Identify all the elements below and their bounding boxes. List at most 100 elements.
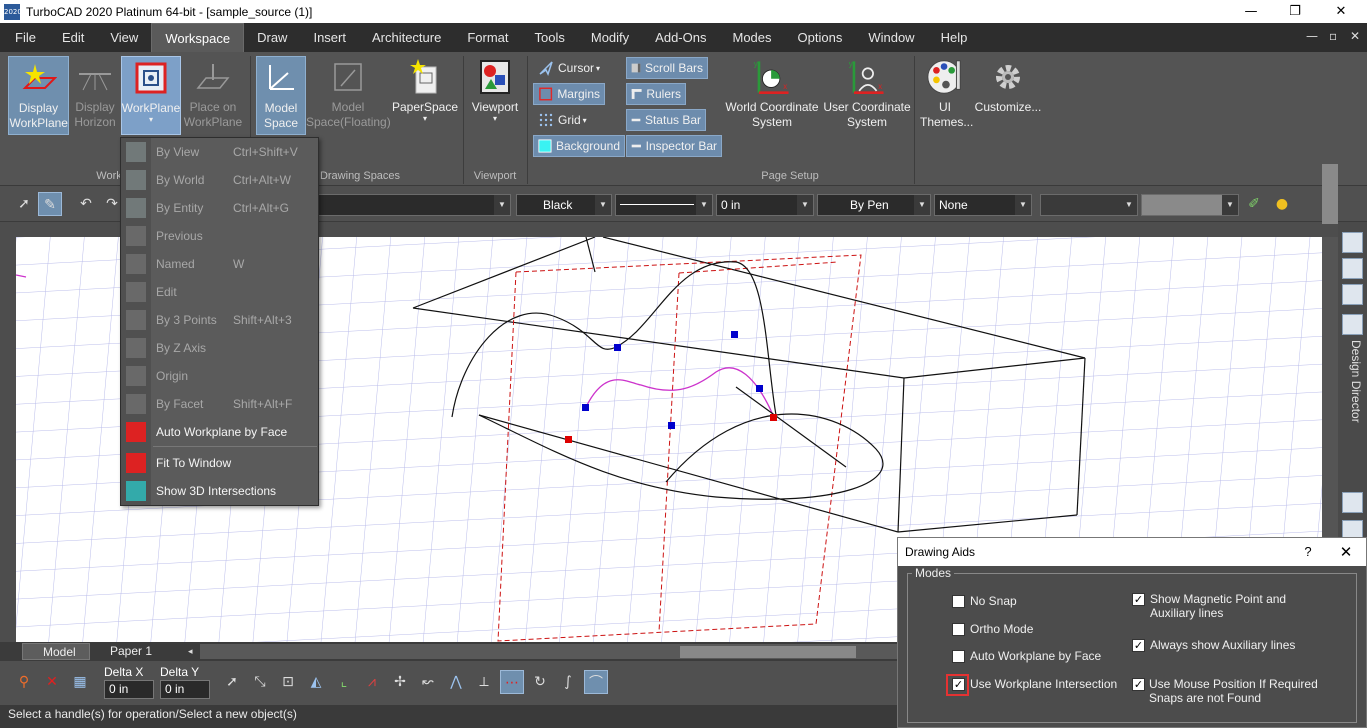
- place-on-workplane-icon: [193, 56, 233, 98]
- help-button[interactable]: ?: [1298, 538, 1318, 566]
- rotate-snap-icon[interactable]: ↻: [528, 670, 552, 694]
- color-select[interactable]: Black ▼: [516, 194, 612, 216]
- menu-draw[interactable]: Draw: [244, 23, 300, 52]
- menu-help[interactable]: Help: [928, 23, 981, 52]
- graph-snap-icon[interactable]: ⩘: [360, 670, 384, 694]
- line-style-select[interactable]: ▼: [615, 194, 713, 216]
- workplane-button[interactable]: WorkPlane ▾: [121, 56, 181, 135]
- model-space-label: Model Space: [263, 101, 299, 130]
- design-director-tool-icon[interactable]: [1342, 258, 1363, 279]
- pen-select[interactable]: By Pen ▼: [817, 194, 931, 216]
- dialog-close-button[interactable]: ✕: [1336, 538, 1356, 566]
- display-workplane-button[interactable]: Display WorkPlane: [8, 56, 69, 135]
- no-snap-checkbox[interactable]: [952, 595, 965, 608]
- tab-paper-1[interactable]: Paper 1: [90, 643, 186, 660]
- material-icon[interactable]: ●: [1270, 192, 1294, 216]
- menu-tools[interactable]: Tools: [522, 23, 578, 52]
- midpoint-snap-icon[interactable]: ⋯: [500, 670, 524, 694]
- select-box-icon[interactable]: ⊡: [276, 670, 300, 694]
- menu-modify[interactable]: Modify: [578, 23, 642, 52]
- select-handles-icon[interactable]: ⤡: [248, 670, 272, 694]
- pattern-select[interactable]: ▼: [1040, 194, 1138, 216]
- auto-workplane-by-face-checkbox[interactable]: [952, 650, 965, 663]
- by-facet-icon: [126, 394, 146, 414]
- menu-file[interactable]: File: [2, 23, 49, 52]
- design-director-tool-icon[interactable]: [1342, 232, 1363, 253]
- intersection-snap-icon[interactable]: ✢: [388, 670, 412, 694]
- paperspace-button[interactable]: PaperSpace ▾: [392, 56, 458, 135]
- menu-format[interactable]: Format: [454, 23, 521, 52]
- workplane-snap-icon[interactable]: ◭: [304, 670, 328, 694]
- menu-window[interactable]: Window: [855, 23, 927, 52]
- user-coordinate-system-button[interactable]: xy User Coordinate System: [822, 56, 912, 135]
- arc-snap-icon[interactable]: ⌒: [584, 670, 608, 694]
- normal-snap-icon[interactable]: ⟂: [472, 670, 496, 694]
- restore-button[interactable]: ❐: [1272, 0, 1318, 23]
- scroll-bars-button[interactable]: Scroll Bars: [626, 57, 708, 79]
- design-director-label[interactable]: Design Director: [1342, 340, 1363, 440]
- world-coordinate-system-button[interactable]: xy World Coordinate System: [724, 56, 820, 135]
- ortho-mode-checkbox[interactable]: [952, 623, 965, 636]
- customize-button[interactable]: Customize...: [974, 56, 1042, 135]
- delta-y-input[interactable]: 0 in: [160, 680, 210, 699]
- ui-themes-button[interactable]: UI Themes...: [918, 56, 973, 135]
- use-workplane-intersection-label: Use Workplane Intersection: [970, 677, 1118, 691]
- menu-insert[interactable]: Insert: [300, 23, 359, 52]
- close-button[interactable]: ✕: [1318, 0, 1364, 23]
- menu-options[interactable]: Options: [785, 23, 856, 52]
- menu-item-auto-workplane-by-face[interactable]: Auto Workplane by Face: [121, 418, 318, 446]
- status-bar-button[interactable]: Status Bar: [626, 109, 706, 131]
- select-arrow-icon[interactable]: ➚: [12, 192, 36, 216]
- table-icon[interactable]: ▦: [68, 670, 92, 694]
- show-magnetic-point-and-auxiliary-lines-checkbox[interactable]: ✓: [1132, 593, 1145, 606]
- layer-select[interactable]: ▼: [318, 194, 511, 216]
- use-mouse-position-if-required-snaps-are-not-found-checkbox[interactable]: ✓: [1132, 678, 1145, 691]
- menu-architecture[interactable]: Architecture: [359, 23, 454, 52]
- undo-icon[interactable]: ↶: [74, 192, 98, 216]
- spline-snap-icon[interactable]: ∫: [556, 670, 580, 694]
- select-arrow-icon[interactable]: ➚: [220, 670, 244, 694]
- inspector-bar-button[interactable]: Inspector Bar: [626, 135, 722, 157]
- eyedropper-icon[interactable]: ✐: [1242, 192, 1266, 216]
- rulers-button[interactable]: Rulers: [626, 83, 686, 105]
- menu-edit[interactable]: Edit: [49, 23, 97, 52]
- menu-workspace[interactable]: Workspace: [151, 23, 245, 52]
- menu-item-fit-to-window[interactable]: Fit To Window: [121, 449, 318, 477]
- menu-modes[interactable]: Modes: [719, 23, 784, 52]
- margins-button[interactable]: Margins: [533, 83, 605, 105]
- model-space-floating-button[interactable]: Model Space(Floating): [306, 56, 391, 135]
- delta-x-input[interactable]: 0 in: [104, 680, 154, 699]
- fill-color-select[interactable]: ▼: [1141, 194, 1239, 216]
- mdi-minimize-button[interactable]: —: [1306, 23, 1318, 50]
- vertical-scrollbar-thumb[interactable]: [1322, 164, 1338, 224]
- display-horizon-button[interactable]: Display Horizon: [72, 56, 118, 135]
- cursor-chevron-down-icon: ▾: [596, 63, 601, 73]
- vertex-snap-icon[interactable]: ⋀: [444, 670, 468, 694]
- horizontal-scrollbar-thumb[interactable]: [680, 646, 856, 658]
- edit-tool-icon[interactable]: ✎: [38, 192, 62, 216]
- menu-view[interactable]: View: [97, 23, 151, 52]
- menu-item-show-3d-intersections[interactable]: Show 3D Intersections: [121, 477, 318, 505]
- place-on-workplane-button[interactable]: Place on WorkPlane: [182, 56, 244, 135]
- cursor-button[interactable]: Cursor ▾: [534, 57, 604, 79]
- tab-model[interactable]: Model: [22, 643, 90, 660]
- design-director-tool-icon[interactable]: [1342, 284, 1363, 305]
- menu-add-ons[interactable]: Add-Ons: [642, 23, 719, 52]
- design-director-tool-icon[interactable]: [1342, 492, 1363, 513]
- mdi-restore-button[interactable]: ▫: [1329, 23, 1337, 50]
- mdi-close-button[interactable]: ✕: [1350, 23, 1360, 50]
- scroll-left-icon[interactable]: ◂: [188, 644, 200, 659]
- minimize-button[interactable]: —: [1228, 0, 1274, 23]
- design-director-tool-icon[interactable]: [1342, 314, 1363, 335]
- axis-snap-icon[interactable]: ⌞: [332, 670, 356, 694]
- model-space-button[interactable]: Model Space: [256, 56, 306, 135]
- background-button[interactable]: Background: [533, 135, 625, 157]
- fill-select[interactable]: None ▼: [934, 194, 1032, 216]
- always-show-auxiliary-lines-checkbox[interactable]: ✓: [1132, 639, 1145, 652]
- line-width-select[interactable]: 0 in ▼: [716, 194, 814, 216]
- viewport-button[interactable]: Viewport ▾: [468, 56, 522, 135]
- curve-snap-icon[interactable]: ↜: [416, 670, 440, 694]
- cancel-icon[interactable]: ✕: [40, 670, 64, 694]
- snap-magnet-icon[interactable]: ⚲: [12, 670, 36, 694]
- grid-button[interactable]: Grid ▾: [534, 109, 591, 131]
